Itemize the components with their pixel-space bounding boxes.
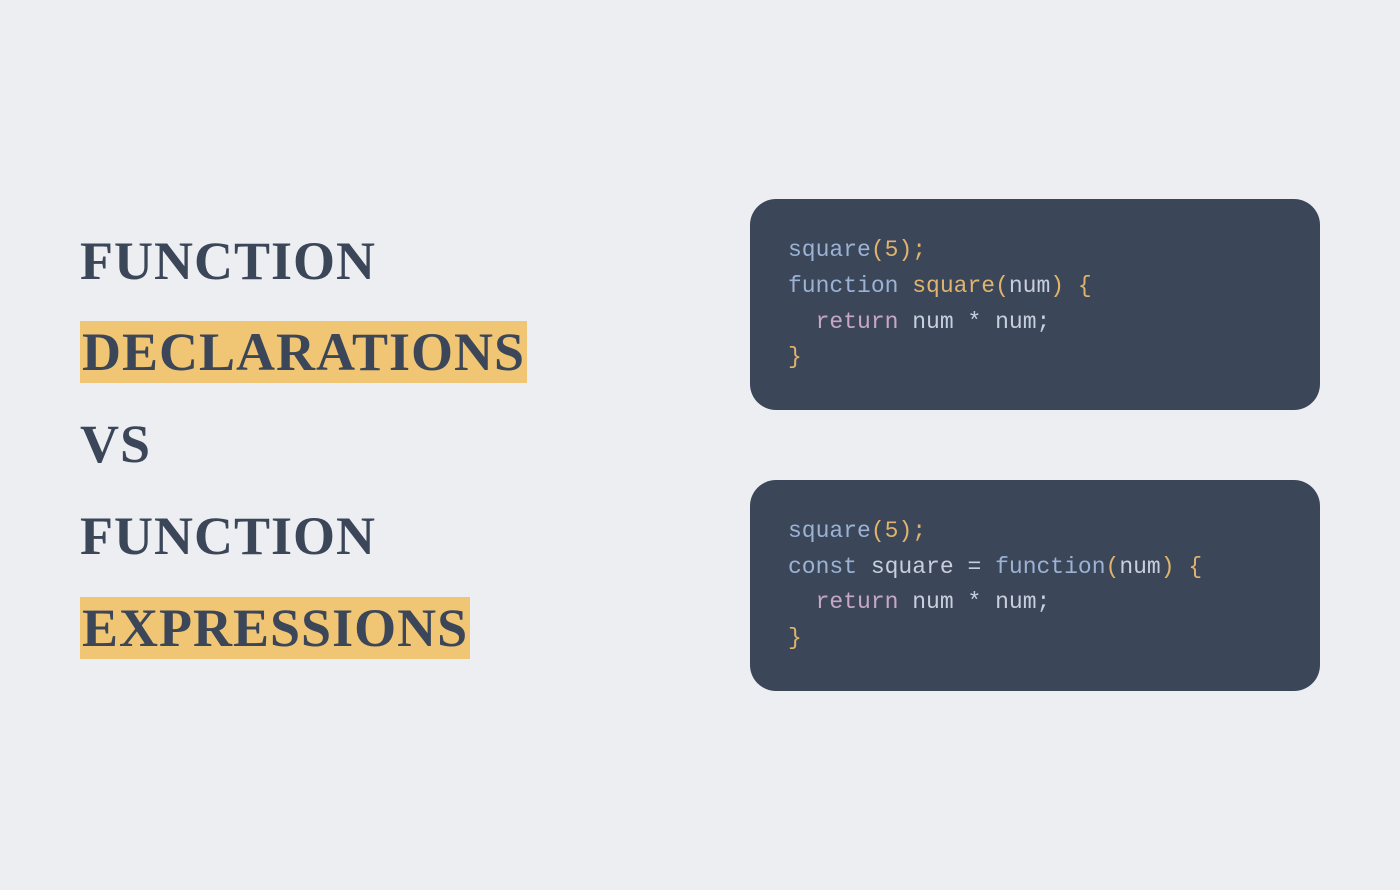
heading-line-4: FUNCTION (80, 491, 650, 583)
code-panel: square(5); function square(num) { return… (750, 199, 1320, 690)
heading-panel: FUNCTION DECLARATIONS VS FUNCTION EXPRES… (80, 216, 650, 675)
code-line: } (788, 340, 1282, 376)
heading-line-2-highlight: DECLARATIONS (80, 321, 527, 383)
code-line: square(5); (788, 514, 1282, 550)
heading-line-5-highlight: EXPRESSIONS (80, 597, 470, 659)
code-block-expression: square(5); const square = function(num) … (750, 480, 1320, 691)
code-line: return num * num; (788, 305, 1282, 341)
code-line: } (788, 621, 1282, 657)
heading-line-3: VS (80, 399, 650, 491)
heading-line-1: FUNCTION (80, 216, 650, 308)
code-block-declaration: square(5); function square(num) { return… (750, 199, 1320, 410)
diagram-container: FUNCTION DECLARATIONS VS FUNCTION EXPRES… (80, 199, 1320, 690)
code-line: square(5); (788, 233, 1282, 269)
main-heading: FUNCTION DECLARATIONS VS FUNCTION EXPRES… (80, 216, 650, 675)
code-line: function square(num) { (788, 269, 1282, 305)
code-line: const square = function(num) { (788, 550, 1282, 586)
code-line: return num * num; (788, 585, 1282, 621)
